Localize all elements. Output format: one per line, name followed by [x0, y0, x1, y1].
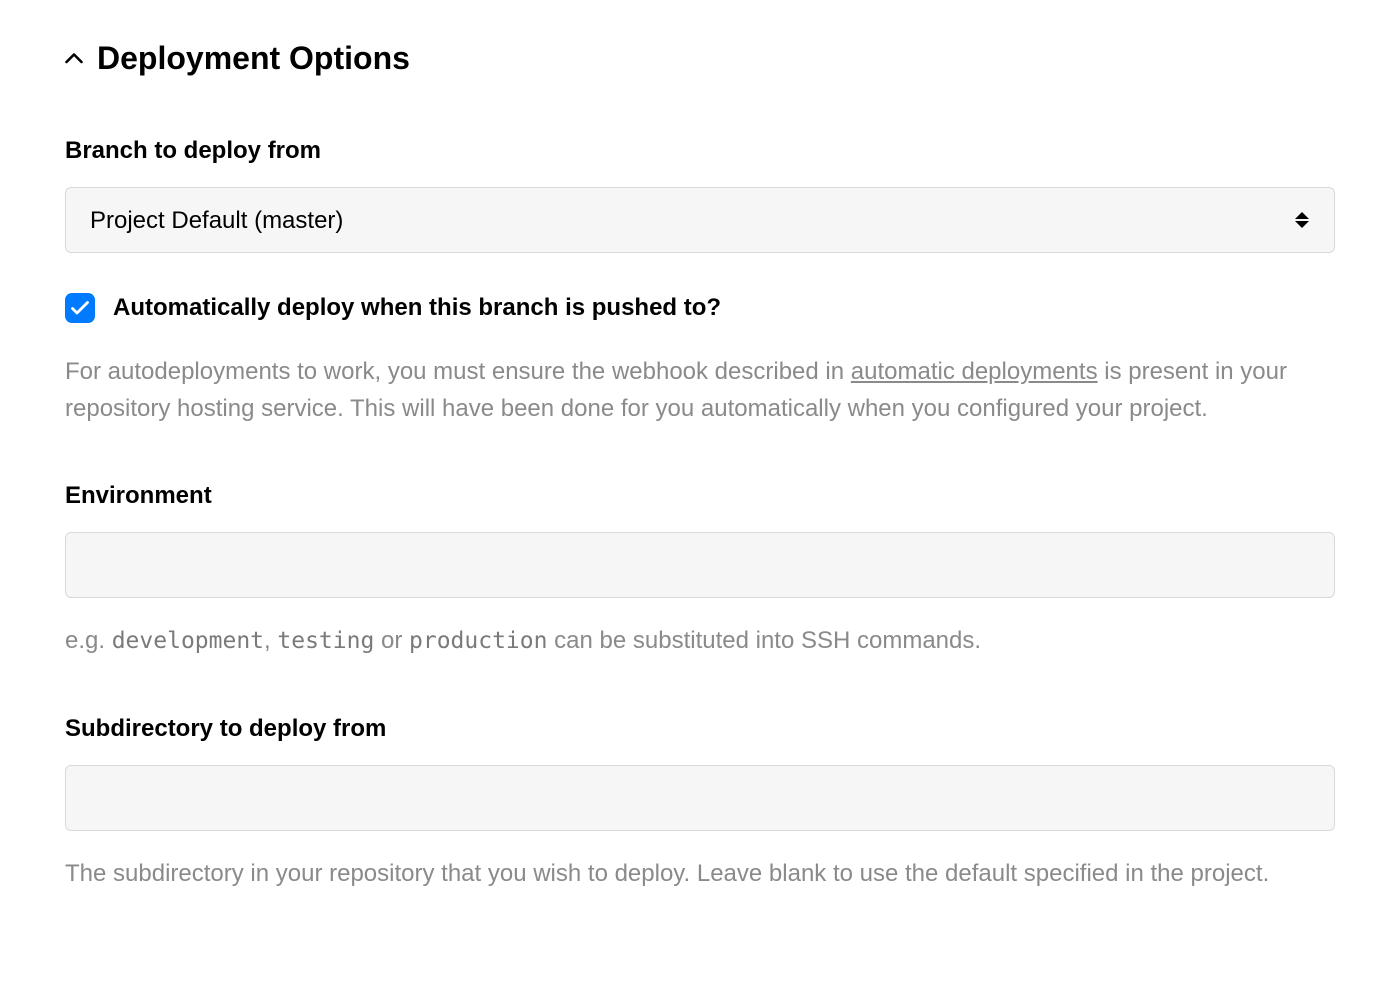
autodeploy-help-text: For autodeployments to work, you must en…	[65, 353, 1335, 427]
section-title: Deployment Options	[97, 40, 410, 77]
autodeploy-checkbox[interactable]	[65, 293, 95, 323]
env-hint-code2: testing	[277, 628, 374, 654]
environment-input[interactable]	[65, 532, 1335, 598]
environment-label: Environment	[65, 482, 1335, 510]
branch-select[interactable]: Project Default (master)	[65, 187, 1335, 253]
subdirectory-label: Subdirectory to deploy from	[65, 715, 1335, 743]
environment-hint: e.g. development, testing or production …	[65, 622, 1335, 660]
env-hint-sep2: or	[374, 627, 409, 654]
subdirectory-hint: The subdirectory in your repository that…	[65, 855, 1335, 892]
autodeploy-label[interactable]: Automatically deploy when this branch is…	[113, 294, 721, 322]
chevron-up-icon	[65, 50, 83, 68]
env-hint-code1: development	[112, 628, 264, 654]
autodeploy-help-before: For autodeployments to work, you must en…	[65, 358, 851, 385]
env-hint-prefix: e.g.	[65, 627, 112, 654]
automatic-deployments-link[interactable]: automatic deployments	[851, 358, 1098, 385]
branch-label: Branch to deploy from	[65, 137, 1335, 165]
autodeploy-row: Automatically deploy when this branch is…	[65, 293, 1335, 323]
check-icon	[71, 301, 89, 315]
field-group-environment: Environment e.g. development, testing or…	[65, 482, 1335, 660]
subdirectory-input[interactable]	[65, 765, 1335, 831]
env-hint-suffix: can be substituted into SSH commands.	[547, 627, 981, 654]
section-toggle-deployment-options[interactable]: Deployment Options	[65, 40, 1335, 77]
field-group-subdirectory: Subdirectory to deploy from The subdirec…	[65, 715, 1335, 892]
field-group-branch: Branch to deploy from Project Default (m…	[65, 137, 1335, 253]
branch-select-wrapper: Project Default (master)	[65, 187, 1335, 253]
env-hint-code3: production	[409, 628, 547, 654]
env-hint-sep1: ,	[264, 627, 277, 654]
